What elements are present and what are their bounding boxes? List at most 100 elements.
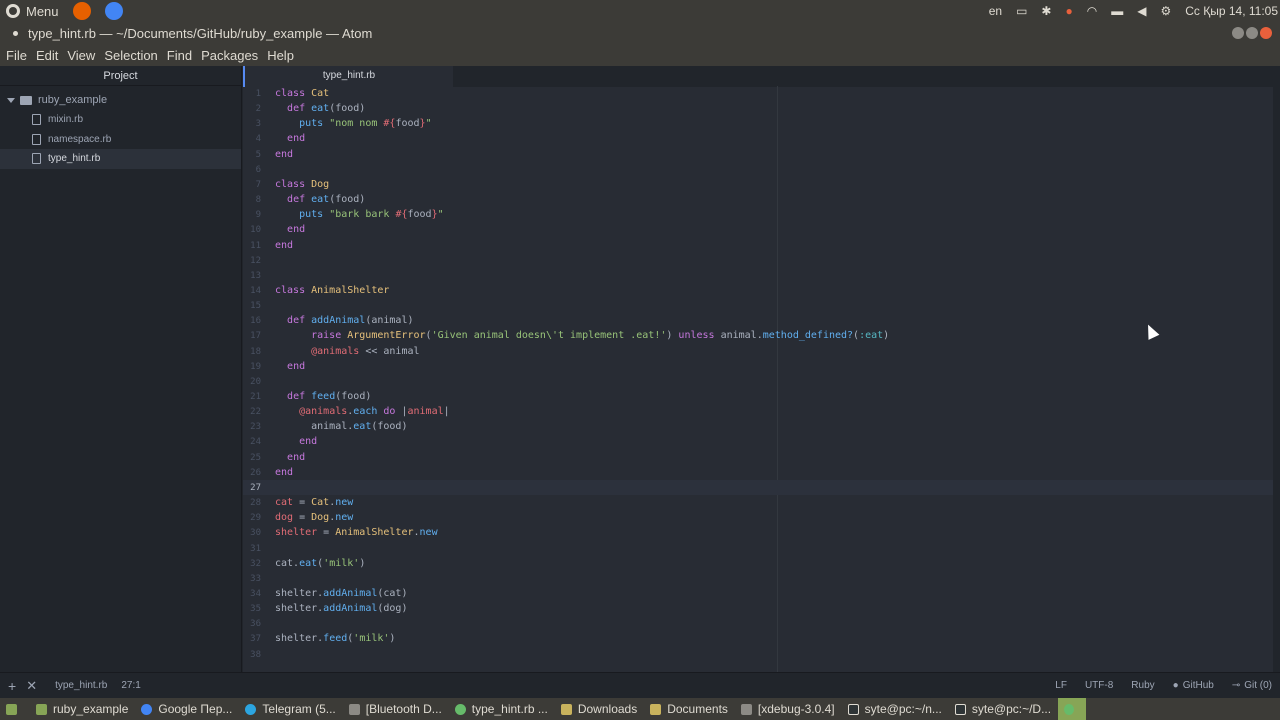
task-atom[interactable]: type_hint.rb ... — [449, 698, 554, 720]
code-line[interactable]: 13 — [243, 268, 1273, 283]
task-label: Telegram (5... — [262, 702, 336, 716]
editor-scrollbar[interactable] — [1273, 86, 1280, 672]
volume-icon[interactable]: ◀ — [1137, 4, 1146, 18]
code-line[interactable]: 14 class AnimalShelter — [243, 283, 1273, 298]
menu-file[interactable]: File — [6, 48, 27, 63]
code-line[interactable]: 9 puts "bark bark #{food}" — [243, 207, 1273, 222]
task-terminal-2[interactable]: syte@pc:~/D... — [949, 698, 1057, 720]
code-line[interactable]: 23 animal.eat(food) — [243, 419, 1273, 434]
code-line[interactable]: 15 — [243, 298, 1273, 313]
project-panel-title[interactable]: Project — [0, 66, 241, 86]
code-line[interactable]: 28 cat = Cat.new — [243, 495, 1273, 510]
code-line[interactable]: 8 def eat(food) — [243, 192, 1273, 207]
code-line[interactable]: 16 def addAnimal(animal) — [243, 313, 1273, 328]
code-line[interactable]: 38 — [243, 647, 1273, 662]
system-menu-button[interactable]: Menu — [0, 0, 59, 22]
code-line[interactable]: 34 shelter.addAnimal(cat) — [243, 586, 1273, 601]
code-line[interactable]: 19 end — [243, 359, 1273, 374]
code-line[interactable]: 21 def feed(food) — [243, 389, 1273, 404]
menu-selection[interactable]: Selection — [104, 48, 157, 63]
wifi-icon[interactable]: ◠ — [1087, 4, 1097, 18]
status-git[interactable]: Git (0) — [1244, 680, 1272, 691]
code-token: feed — [311, 391, 336, 402]
menu-edit[interactable]: Edit — [36, 48, 58, 63]
code-line[interactable]: 18 @animals << animal — [243, 344, 1273, 359]
keyboard-layout[interactable]: en — [989, 4, 1002, 18]
menu-help[interactable]: Help — [267, 48, 294, 63]
code-line[interactable]: 33 — [243, 571, 1273, 586]
code-line[interactable]: 12 — [243, 253, 1273, 268]
tree-root-folder[interactable]: ruby_example — [0, 90, 241, 110]
system-tray: en ▭ ✱ ● ◠ ▬ ◀ ⚙ Сс Қыр 14, 11:05 — [989, 0, 1280, 22]
code-token: end — [275, 466, 294, 478]
code-token: eat — [311, 194, 330, 206]
menu-find[interactable]: Find — [167, 48, 192, 63]
task-terminal-1[interactable]: syte@pc:~/n... — [842, 698, 948, 720]
tree-file-namespace[interactable]: namespace.rb — [0, 130, 241, 150]
task-bluetooth[interactable]: [Bluetooth D... — [343, 698, 448, 720]
chromium-icon[interactable] — [104, 2, 123, 20]
status-encoding[interactable]: UTF-8 — [1085, 680, 1113, 691]
add-icon[interactable]: + — [8, 678, 16, 694]
code-line[interactable]: 10 end — [243, 222, 1273, 237]
tree-file-type-hint[interactable]: type_hint.rb — [0, 149, 241, 169]
tree-file-mixin[interactable]: mixin.rb — [0, 110, 241, 130]
code-editor[interactable]: 1 class Cat 2 def eat(food) 3 puts "nom nom… — [243, 86, 1273, 672]
code-line[interactable]: 20 — [243, 374, 1273, 389]
code-line[interactable]: 26 end — [243, 465, 1273, 480]
status-line-ending[interactable]: LF — [1055, 680, 1067, 691]
code-line[interactable]: 11 end — [243, 238, 1273, 253]
code-line[interactable]: 36 — [243, 616, 1273, 631]
task-telegram[interactable]: Telegram (5... — [239, 698, 341, 720]
menu-packages[interactable]: Packages — [201, 48, 258, 63]
code-line[interactable]: 24 end — [243, 434, 1273, 449]
minimize-button[interactable] — [1232, 27, 1244, 39]
code-line[interactable]: 3 puts "nom nom #{food}" — [243, 116, 1273, 131]
battery-icon[interactable]: ▬ — [1111, 4, 1123, 18]
code-line[interactable]: 17 raise ArgumentError('Given animal doe… — [243, 328, 1273, 343]
code-line[interactable]: 29 dog = Dog.new — [243, 510, 1273, 525]
task-xdebug[interactable]: [xdebug-3.0.4] — [735, 698, 841, 720]
code-line[interactable]: 4 end — [243, 131, 1273, 146]
code-token: eat — [353, 421, 372, 433]
code-line[interactable]: 2 def eat(food) — [243, 101, 1273, 116]
code-line[interactable]: 5 end — [243, 147, 1273, 162]
code-line[interactable]: 35 shelter.addAnimal(dog) — [243, 601, 1273, 616]
notification-icon[interactable]: ● — [1065, 4, 1072, 18]
task-documents[interactable]: Documents — [644, 698, 734, 720]
git-branch-icon[interactable]: ⊸ — [1232, 680, 1240, 691]
code-line[interactable]: 1 class Cat — [243, 86, 1273, 101]
code-line[interactable]: 32 cat.eat('milk') — [243, 556, 1273, 571]
close-icon[interactable]: ✕ — [26, 678, 37, 694]
status-cursor-position[interactable]: 27:1 — [121, 680, 140, 691]
task-google-translate[interactable]: Google Пер... — [135, 698, 238, 720]
display-icon[interactable]: ▭ — [1016, 4, 1027, 18]
menu-view[interactable]: View — [67, 48, 95, 63]
task-downloads[interactable]: Downloads — [555, 698, 643, 720]
file-icon — [32, 114, 41, 126]
github-icon[interactable]: ● — [1173, 680, 1179, 691]
task-active-indicator[interactable] — [1058, 698, 1087, 720]
show-desktop-button[interactable] — [0, 698, 29, 720]
code-line[interactable]: 6 — [243, 162, 1273, 177]
status-grammar[interactable]: Ruby — [1131, 680, 1154, 691]
code-line[interactable]: 22 @animals.each do |animal| — [243, 404, 1273, 419]
code-token: cat. — [275, 557, 300, 569]
settings-gear-icon[interactable]: ⚙ — [1160, 4, 1171, 18]
code-line[interactable]: 31 — [243, 541, 1273, 556]
status-github[interactable]: GitHub — [1183, 680, 1214, 691]
close-button[interactable] — [1260, 27, 1272, 39]
maximize-button[interactable] — [1246, 27, 1258, 39]
code-line[interactable]: 37 shelter.feed('milk') — [243, 631, 1273, 646]
clock[interactable]: Сс Қыр 14, 11:05 — [1185, 4, 1278, 18]
bluetooth-icon[interactable]: ✱ — [1041, 4, 1051, 18]
code-line[interactable]: 30 shelter = AnimalShelter.new — [243, 525, 1273, 540]
code-line[interactable]: 25 end — [243, 450, 1273, 465]
firefox-icon[interactable] — [72, 2, 91, 20]
status-file-name[interactable]: type_hint.rb — [55, 680, 107, 691]
task-ruby-example[interactable]: ruby_example — [30, 698, 134, 720]
code-line[interactable]: 7 class Dog — [243, 177, 1273, 192]
code-line[interactable]: 27 — [243, 479, 1273, 495]
tab-type-hint[interactable]: type_hint.rb — [243, 66, 453, 87]
